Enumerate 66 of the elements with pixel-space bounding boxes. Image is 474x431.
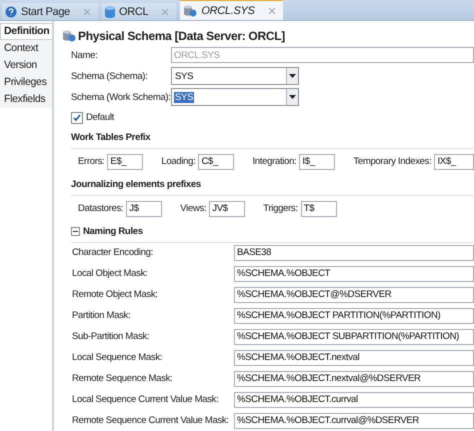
field-label: Schema (Schema): bbox=[71, 70, 149, 82]
mask-field[interactable]: %SCHEMA.%OBJECT.currval bbox=[234, 392, 474, 408]
sidebar-item[interactable]: Version bbox=[0, 57, 52, 74]
field-label: Local Object Mask: bbox=[72, 268, 148, 280]
field-label: Local Sequence Current Value Mask: bbox=[72, 394, 220, 406]
tab[interactable]: ORCL.SYS bbox=[180, 0, 283, 20]
tab[interactable]: ORCL bbox=[102, 3, 176, 20]
schema-dropdown[interactable]: SYS bbox=[171, 67, 299, 86]
close-icon[interactable] bbox=[268, 8, 275, 14]
close-icon[interactable] bbox=[84, 8, 90, 14]
panel-title: Physical Schema [Data Server: ORCL] bbox=[78, 28, 285, 43]
field-label: Schema (Work Schema): bbox=[71, 92, 171, 103]
mask-field[interactable]: %SCHEMA.%OBJECT.nextval bbox=[234, 350, 474, 366]
database-icon bbox=[104, 6, 115, 18]
mask-field[interactable]: %SCHEMA.%OBJECT.currval@%DSERVER bbox=[234, 412, 474, 429]
schema-dropdown[interactable]: SYS bbox=[171, 88, 299, 106]
prefix-label: Views: bbox=[180, 203, 206, 214]
field-label: Local Sequence Mask: bbox=[72, 352, 164, 364]
tab-label: ORCL.SYS bbox=[201, 4, 255, 16]
close-icon[interactable] bbox=[162, 8, 168, 14]
sidebar-item[interactable]: Context bbox=[0, 40, 52, 57]
prefix-field[interactable]: I$_ bbox=[299, 154, 336, 170]
dropdown-arrow-icon bbox=[289, 74, 296, 78]
prefix-field[interactable]: JV$ bbox=[209, 200, 246, 217]
checkbox[interactable] bbox=[71, 112, 83, 124]
tab-label: ORCL bbox=[118, 6, 148, 18]
prefix-field[interactable]: E$_ bbox=[107, 154, 144, 170]
section-title: Work Tables Prefix bbox=[71, 132, 150, 144]
tab-label: Start Page bbox=[21, 6, 70, 18]
prefix-label: Errors: bbox=[78, 156, 104, 168]
tab[interactable]: Start Page bbox=[2, 3, 98, 20]
prefix-label: Triggers: bbox=[263, 203, 298, 214]
field-label: Remote Object Mask: bbox=[72, 289, 159, 300]
dropdown-arrow-icon bbox=[289, 95, 296, 100]
mask-field[interactable]: %SCHEMA.%OBJECT bbox=[234, 266, 474, 282]
section-title: Journalizing elements prefixes bbox=[71, 179, 201, 190]
prefix-field[interactable]: C$_ bbox=[198, 154, 234, 170]
prefix-field[interactable]: J$ bbox=[126, 200, 162, 217]
prefix-label: Integration: bbox=[252, 156, 296, 168]
sidebar-item[interactable]: Definition bbox=[0, 23, 52, 40]
mask-field[interactable]: %SCHEMA.%OBJECT SUBPARTITION(%PARTITION) bbox=[234, 328, 474, 345]
checkmark-icon bbox=[73, 114, 81, 122]
field-label: Remote Sequence Current Value Mask: bbox=[72, 415, 230, 426]
field-label: Character Encoding: bbox=[72, 247, 154, 258]
field-label: Name: bbox=[71, 50, 98, 61]
mask-field[interactable]: %SCHEMA.%OBJECT.nextval@%DSERVER bbox=[234, 370, 474, 387]
field-label: Remote Sequence Mask: bbox=[72, 373, 174, 384]
schema-icon bbox=[183, 4, 198, 16]
schema-icon bbox=[62, 30, 76, 42]
collapse-toggle[interactable] bbox=[71, 227, 80, 236]
sidebar-item[interactable]: Privileges bbox=[0, 74, 52, 91]
prefix-field[interactable]: T$ bbox=[300, 200, 337, 217]
field-label: Sub-Partition Mask: bbox=[72, 331, 150, 342]
mask-field[interactable]: BASE38 bbox=[234, 244, 474, 261]
mask-field[interactable]: %SCHEMA.%OBJECT PARTITION(%PARTITION) bbox=[234, 308, 474, 324]
mask-field[interactable]: %SCHEMA.%OBJECT@%DSERVER bbox=[234, 286, 474, 303]
field-label: Partition Mask: bbox=[72, 310, 132, 322]
prefix-label: Datastores: bbox=[78, 203, 124, 214]
sidebar-item[interactable]: Flexfields bbox=[0, 91, 52, 108]
prefix-label: Loading: bbox=[161, 156, 196, 168]
minus-icon bbox=[73, 229, 78, 234]
prefix-field[interactable]: IX$_ bbox=[434, 154, 474, 170]
prefix-label: Temporary Indexes: bbox=[353, 156, 432, 168]
section-title: Naming Rules bbox=[83, 226, 143, 238]
checkbox-label: Default bbox=[86, 112, 114, 124]
help-icon bbox=[5, 6, 17, 18]
